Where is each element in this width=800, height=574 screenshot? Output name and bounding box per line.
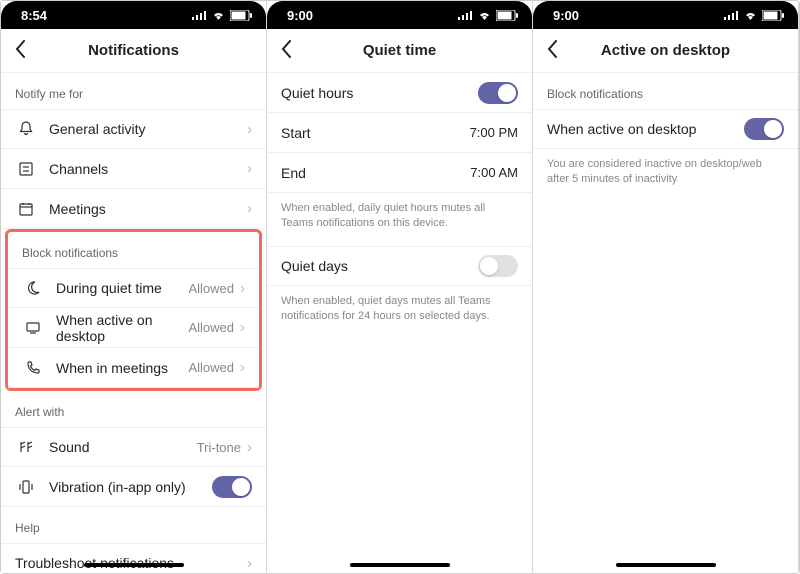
content: Notify me for General activity › Channel…: [1, 73, 266, 573]
row-value: Allowed: [188, 281, 234, 296]
row-vibration[interactable]: Vibration (in-app only): [1, 467, 266, 507]
row-label: Channels: [49, 161, 247, 177]
wifi-icon: [743, 10, 758, 21]
row-label: Quiet days: [281, 258, 478, 274]
channel-icon: [15, 161, 37, 177]
row-when-in-meetings[interactable]: When in meetings Allowed ›: [8, 348, 259, 388]
row-value: Tri-tone: [197, 440, 241, 455]
section-block-label: Block notifications: [533, 73, 798, 109]
page-title: Active on desktop: [601, 42, 730, 59]
row-label: When active on desktop: [56, 312, 188, 344]
toggle-quiet-days[interactable]: [478, 255, 518, 277]
nav-header: Active on desktop: [533, 29, 798, 73]
row-value: 7:00 AM: [470, 165, 518, 180]
section-block-label: Block notifications: [8, 232, 259, 268]
back-button[interactable]: [543, 34, 562, 68]
back-button[interactable]: [11, 34, 30, 68]
row-when-active-desktop[interactable]: When active on desktop: [533, 109, 798, 149]
row-quiet-days[interactable]: Quiet days: [267, 246, 532, 286]
battery-icon: [496, 10, 518, 21]
row-meetings[interactable]: Meetings ›: [1, 189, 266, 229]
highlight-block-notifications: Block notifications During quiet time Al…: [5, 229, 262, 391]
sound-icon: [15, 439, 37, 455]
signal-icon: [192, 10, 207, 20]
row-label: Quiet hours: [281, 85, 478, 101]
screen-quiet-time: 9:00 Quiet time Quiet hours Start 7:00 P…: [267, 1, 533, 573]
row-active-on-desktop[interactable]: When active on desktop Allowed ›: [8, 308, 259, 348]
section-notify-label: Notify me for: [1, 73, 266, 109]
row-end[interactable]: End 7:00 AM: [267, 153, 532, 193]
screen-active-on-desktop: 9:00 Active on desktop Block notificatio…: [533, 1, 799, 573]
row-label: End: [281, 165, 470, 181]
row-channels[interactable]: Channels ›: [1, 149, 266, 189]
chevron-right-icon: ›: [247, 200, 252, 217]
content: Block notifications When active on deskt…: [533, 73, 798, 573]
page-title: Quiet time: [363, 42, 436, 59]
row-troubleshoot[interactable]: Troubleshoot notifications ›: [1, 543, 266, 573]
row-value: Allowed: [188, 360, 234, 375]
nav-header: Quiet time: [267, 29, 532, 73]
screen-notifications: 8:54 Notifications Notify me for General…: [1, 1, 267, 573]
row-start[interactable]: Start 7:00 PM: [267, 113, 532, 153]
desktop-icon: [22, 320, 44, 336]
status-time: 9:00: [553, 8, 579, 23]
row-label: When active on desktop: [547, 121, 744, 137]
page-title: Notifications: [88, 42, 179, 59]
wifi-icon: [477, 10, 492, 21]
battery-icon: [762, 10, 784, 21]
status-bar: 9:00: [533, 1, 798, 29]
active-desktop-help: You are considered inactive on desktop/w…: [533, 149, 798, 202]
calendar-icon: [15, 201, 37, 217]
status-right: [458, 10, 518, 21]
row-quiet-hours[interactable]: Quiet hours: [267, 73, 532, 113]
content: Quiet hours Start 7:00 PM End 7:00 AM Wh…: [267, 73, 532, 573]
row-label: Meetings: [49, 201, 247, 217]
quiet-hours-help: When enabled, daily quiet hours mutes al…: [267, 193, 532, 246]
chevron-right-icon: ›: [247, 121, 252, 138]
vibration-icon: [15, 479, 37, 495]
home-indicator[interactable]: [84, 563, 184, 567]
back-button[interactable]: [277, 34, 296, 68]
status-time: 9:00: [287, 8, 313, 23]
quiet-days-help: When enabled, quiet days mutes all Teams…: [267, 286, 532, 339]
row-value: 7:00 PM: [470, 125, 518, 140]
row-value: Allowed: [188, 320, 234, 335]
status-time: 8:54: [21, 8, 47, 23]
nav-header: Notifications: [1, 29, 266, 73]
phone-icon: [22, 360, 44, 376]
status-bar: 9:00: [267, 1, 532, 29]
status-right: [724, 10, 784, 21]
row-label: When in meetings: [56, 360, 188, 376]
toggle-vibration[interactable]: [212, 476, 252, 498]
bell-icon: [15, 121, 37, 137]
battery-icon: [230, 10, 252, 21]
toggle-quiet-hours[interactable]: [478, 82, 518, 104]
moon-icon: [22, 280, 44, 296]
wifi-icon: [211, 10, 226, 21]
home-indicator[interactable]: [350, 563, 450, 567]
row-label: General activity: [49, 121, 247, 137]
row-label: Start: [281, 125, 470, 141]
home-indicator[interactable]: [616, 563, 716, 567]
chevron-right-icon: ›: [247, 160, 252, 177]
chevron-right-icon: ›: [247, 555, 252, 572]
row-label: Sound: [49, 439, 197, 455]
row-general-activity[interactable]: General activity ›: [1, 109, 266, 149]
signal-icon: [724, 10, 739, 20]
section-help-label: Help: [1, 507, 266, 543]
chevron-right-icon: ›: [240, 280, 245, 297]
status-right: [192, 10, 252, 21]
chevron-right-icon: ›: [240, 319, 245, 336]
status-bar: 8:54: [1, 1, 266, 29]
toggle-active-desktop[interactable]: [744, 118, 784, 140]
row-sound[interactable]: Sound Tri-tone ›: [1, 427, 266, 467]
row-label: Vibration (in-app only): [49, 479, 212, 495]
chevron-right-icon: ›: [240, 359, 245, 376]
chevron-right-icon: ›: [247, 439, 252, 456]
row-during-quiet-time[interactable]: During quiet time Allowed ›: [8, 268, 259, 308]
signal-icon: [458, 10, 473, 20]
row-label: During quiet time: [56, 280, 188, 296]
section-alert-label: Alert with: [1, 391, 266, 427]
